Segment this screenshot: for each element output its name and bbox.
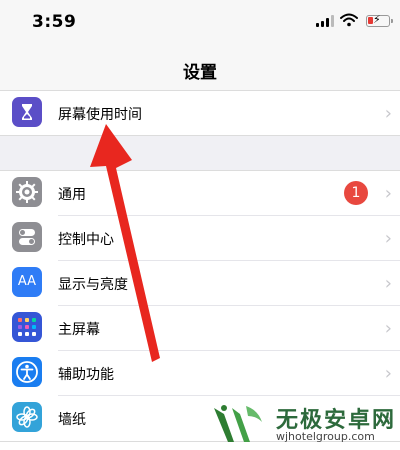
settings-item-screen-time[interactable]: 屏幕使用时间 ›	[0, 91, 400, 136]
settings-item-display-brightness[interactable]: AA 显示与亮度 ›	[0, 261, 400, 306]
chevron-right-icon: ›	[384, 273, 392, 294]
signal-icon	[316, 15, 334, 27]
watermark-logo-icon	[214, 405, 262, 442]
chevron-right-icon: ›	[384, 318, 392, 339]
settings-item-label: 控制中心	[58, 232, 114, 248]
settings-item-label: 墙纸	[58, 412, 86, 428]
aa-icon: AA	[12, 267, 42, 297]
settings-item-label: 主屏幕	[58, 322, 100, 338]
chevron-right-icon: ›	[384, 103, 392, 124]
toggles-icon	[12, 222, 42, 252]
aa-icon-text: AA	[17, 274, 37, 289]
watermark-url: wjhotelgroup.com	[276, 430, 375, 443]
battery-icon: ⚡	[366, 14, 393, 27]
status-bar: 3:59 ⚡	[0, 0, 400, 44]
settings-item-home-screen[interactable]: 主屏幕 ›	[0, 306, 400, 351]
chevron-right-icon: ›	[384, 183, 392, 204]
settings-item-accessibility[interactable]: 辅助功能 ›	[0, 351, 400, 396]
hourglass-icon	[12, 97, 42, 127]
chevron-right-icon: ›	[384, 228, 392, 249]
accessibility-icon	[12, 357, 42, 387]
chevron-right-icon: ›	[384, 363, 392, 384]
nav-bar: 设置	[0, 44, 400, 90]
home-grid-icon	[12, 312, 42, 342]
gear-icon	[12, 177, 42, 207]
section-gap	[0, 136, 400, 170]
settings-item-label: 显示与亮度	[58, 277, 128, 293]
notification-badge: 1	[344, 181, 368, 205]
wifi-icon	[340, 13, 358, 27]
watermark: 无极安卓网 wjhotelgroup.com	[206, 396, 400, 450]
settings-item-label: 通用	[58, 187, 86, 203]
settings-item-control-center[interactable]: 控制中心 ›	[0, 216, 400, 261]
flower-icon	[12, 402, 42, 432]
status-time: 3:59	[32, 12, 77, 32]
settings-item-general[interactable]: 通用 1 ›	[0, 171, 400, 216]
settings-item-label: 屏幕使用时间	[58, 107, 142, 123]
settings-item-label: 辅助功能	[58, 367, 114, 383]
page-title: 设置	[183, 63, 217, 83]
